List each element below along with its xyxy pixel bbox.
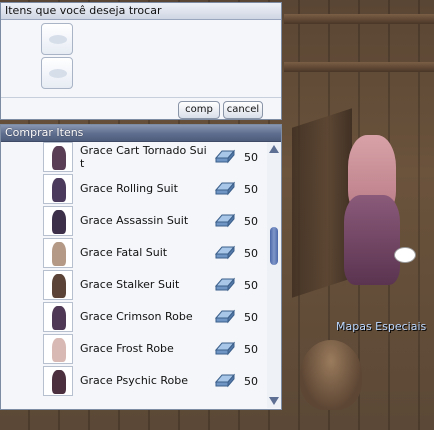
costume-figure — [52, 338, 66, 362]
costume-suit-icon[interactable] — [43, 366, 73, 396]
list-item[interactable]: Grace Fatal Suit 50 — [1, 238, 265, 270]
item-name: Grace Frost Robe — [80, 342, 174, 355]
comp-button[interactable]: comp — [178, 101, 220, 119]
item-price: 50 — [244, 279, 258, 292]
blue-bag-icon — [214, 149, 236, 164]
item-name: Grace Rolling Suit — [80, 182, 178, 195]
costume-figure — [52, 242, 66, 266]
list-item[interactable]: Grace Cart Tornado Suit 50 — [1, 142, 265, 174]
costume-figure — [52, 274, 66, 298]
item-name: Grace Crimson Robe — [80, 310, 193, 323]
wooden-stool — [300, 340, 362, 410]
buy-window: Comprar Itens Grace Cart Tornado Suit 50 G… — [0, 124, 282, 410]
item-price: 50 — [244, 375, 258, 388]
costume-suit-icon[interactable] — [43, 238, 73, 268]
costume-figure — [52, 370, 66, 394]
scroll-thumb[interactable] — [270, 227, 278, 265]
item-price: 50 — [244, 311, 258, 324]
costume-figure — [52, 306, 66, 330]
list-item[interactable]: Grace Rolling Suit 50 — [1, 174, 265, 206]
blue-bag-icon — [214, 341, 236, 356]
item-name: Grace Fatal Suit — [80, 246, 168, 259]
costume-suit-icon[interactable] — [43, 334, 73, 364]
blue-bag-icon — [214, 373, 236, 388]
blue-bag-icon — [214, 277, 236, 292]
scroll-down-icon[interactable] — [269, 397, 279, 405]
trade-slots — [41, 23, 77, 91]
npc-name-label[interactable]: Mapas Especiais — [336, 320, 426, 333]
item-price: 50 — [244, 183, 258, 196]
wood-beam — [284, 14, 434, 24]
costume-suit-icon[interactable] — [43, 270, 73, 300]
costume-figure — [52, 146, 66, 170]
item-price: 50 — [244, 151, 258, 164]
costume-suit-icon[interactable] — [43, 206, 73, 236]
list-item[interactable]: Grace Stalker Suit 50 — [1, 270, 265, 302]
trade-slot[interactable] — [41, 57, 73, 89]
list-item[interactable]: Grace Frost Robe 50 — [1, 334, 265, 366]
item-price: 50 — [244, 215, 258, 228]
divider — [1, 97, 281, 98]
wood-beam — [284, 62, 434, 72]
item-price: 50 — [244, 247, 258, 260]
costume-suit-icon[interactable] — [43, 142, 73, 172]
item-name: Grace Cart Tornado Suit — [80, 144, 207, 170]
blue-bag-icon — [214, 309, 236, 324]
costume-suit-icon[interactable] — [43, 174, 73, 204]
blue-bag-icon — [214, 245, 236, 260]
costume-suit-icon[interactable] — [43, 302, 73, 332]
blue-bag-icon — [214, 181, 236, 196]
costume-figure — [52, 210, 66, 234]
cancel-button[interactable]: cancel — [223, 101, 263, 119]
costume-figure — [52, 178, 66, 202]
trade-window-title[interactable]: Itens que você deseja trocar — [1, 3, 281, 20]
blue-bag-icon — [214, 213, 236, 228]
chat-bubble-icon — [394, 247, 416, 263]
list-item[interactable]: Grace Psychic Robe 50 — [1, 366, 265, 398]
scroll-up-icon[interactable] — [269, 145, 279, 153]
item-name: Grace Stalker Suit — [80, 278, 180, 291]
npc-character[interactable] — [340, 135, 416, 285]
scrollbar[interactable] — [267, 142, 281, 408]
item-name: Grace Assassin Suit — [80, 214, 189, 227]
item-name: Grace Psychic Robe — [80, 374, 189, 387]
list-item[interactable]: Grace Assassin Suit 50 — [1, 206, 265, 238]
npc-body — [344, 195, 400, 285]
list-item[interactable]: Grace Crimson Robe 50 — [1, 302, 265, 334]
trade-slot[interactable] — [41, 23, 73, 55]
item-price: 50 — [244, 343, 258, 356]
trade-window: Itens que você deseja trocar comp cancel — [0, 2, 282, 120]
item-list: Grace Cart Tornado Suit 50 Grace Rolling S… — [1, 142, 265, 408]
buy-window-title[interactable]: Comprar Itens — [1, 125, 281, 142]
